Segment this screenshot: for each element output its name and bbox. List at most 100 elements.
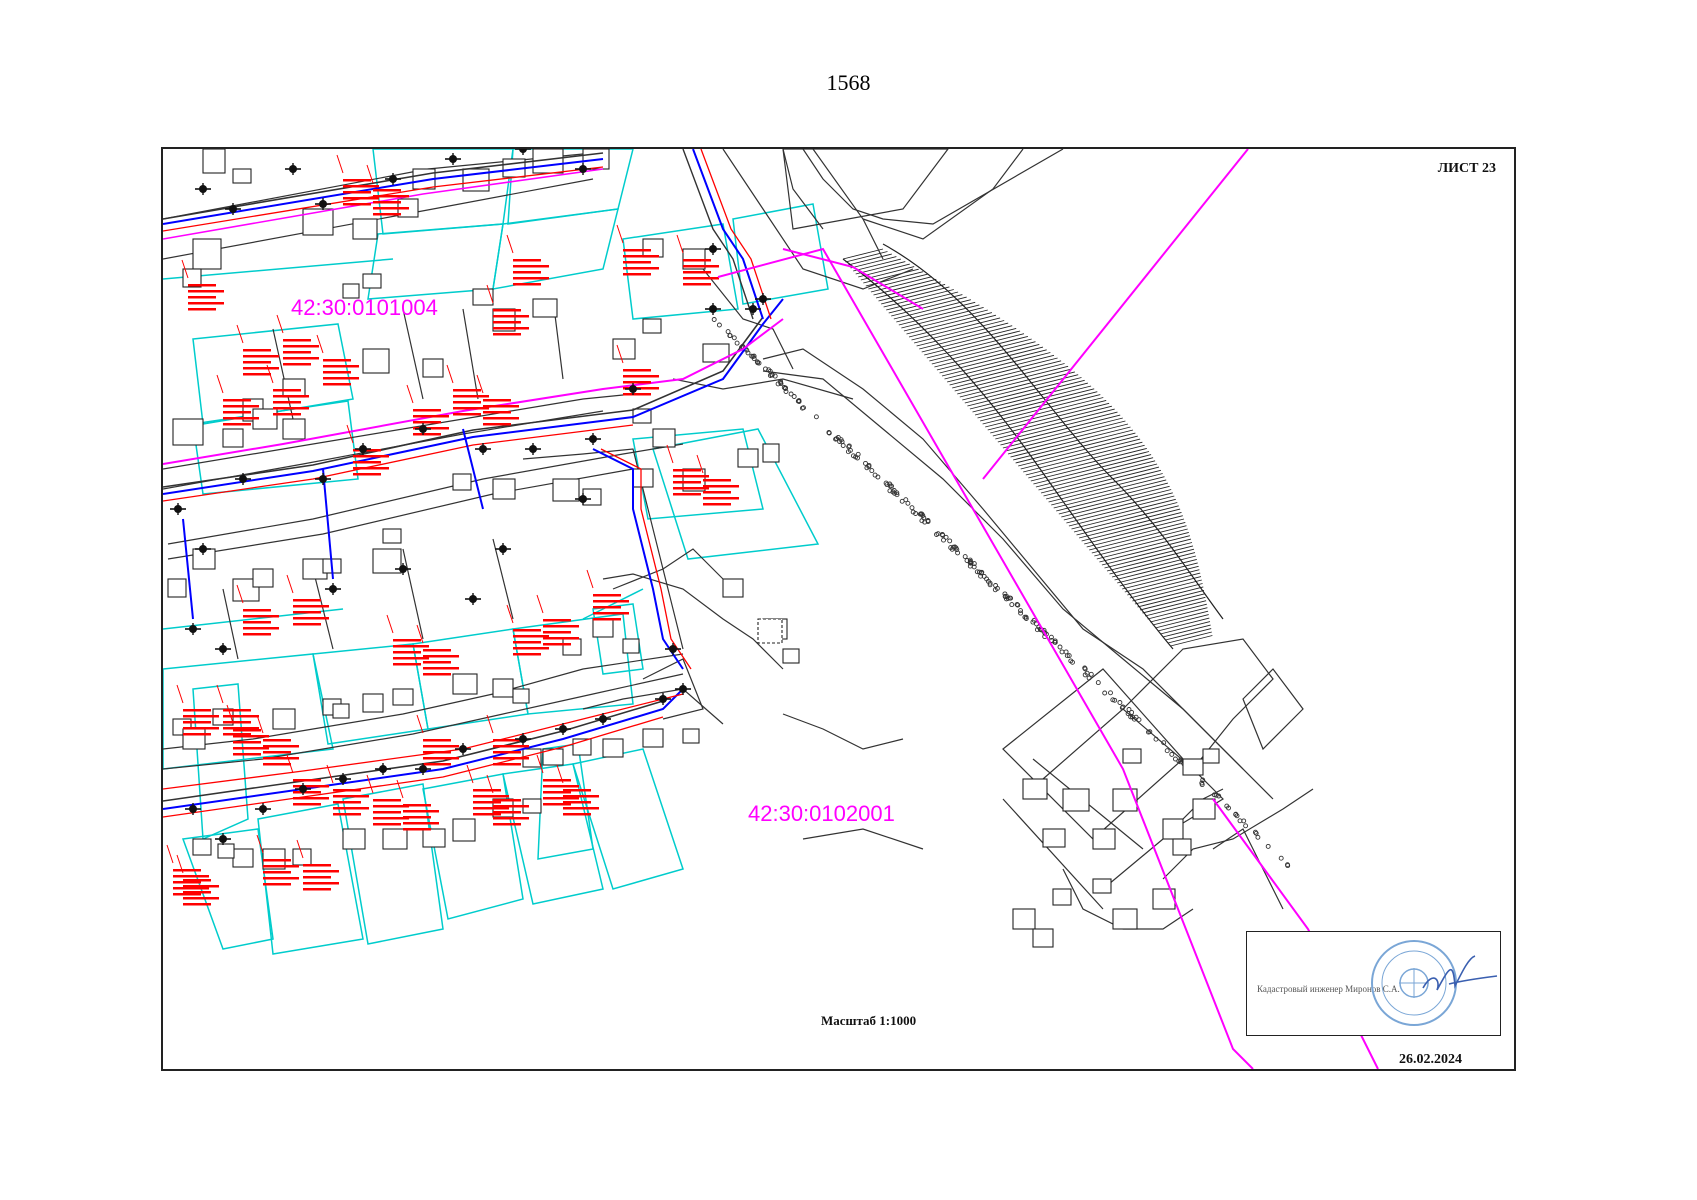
annotation-stripe: [243, 627, 279, 630]
hatch-line: [1157, 617, 1210, 632]
vegetation-dot: [1278, 855, 1284, 861]
annotation-stripe: [493, 309, 521, 312]
hatch-line: [1048, 473, 1163, 503]
annotation-stripe: [223, 715, 259, 718]
utility-line: [182, 518, 194, 620]
cadastral-quarter-label: 42:30:0102001: [748, 801, 895, 826]
annotation-stripe: [623, 273, 651, 276]
hatch-line: [1096, 535, 1191, 560]
annotation-stripe: [233, 753, 261, 756]
annotation-stripe: [543, 619, 571, 622]
hatch-line: [886, 291, 959, 311]
hatch-line: [969, 379, 1085, 410]
annotation-stripe: [483, 399, 511, 402]
building-outline: [382, 528, 402, 544]
vegetation-dot: [711, 317, 717, 322]
annotation-stripe: [483, 423, 511, 426]
hatch-line: [1053, 479, 1167, 509]
building-outline: [1122, 748, 1142, 764]
hatch-line: [1051, 476, 1165, 506]
annotation-stripe: [493, 799, 521, 802]
road-outline: [782, 149, 949, 230]
red-annotation: [476, 374, 519, 426]
hatch-line: [1127, 576, 1202, 596]
annotation-stripe: [513, 283, 541, 286]
building-outline: [222, 428, 244, 448]
annotation-stripe: [223, 721, 251, 724]
annotation-stripe: [183, 733, 211, 736]
hatch-line: [1122, 569, 1200, 590]
annotation-stripe: [293, 803, 321, 806]
annotation-stripe: [543, 631, 571, 634]
annotation-stripe: [483, 417, 519, 420]
red-annotation: [416, 714, 459, 766]
vegetation-dot: [1018, 610, 1024, 616]
red-annotation: [466, 764, 509, 816]
building-outline: [1112, 788, 1138, 812]
annotation-stripe: [683, 259, 711, 262]
red-annotation: [286, 574, 329, 626]
hatch-line: [893, 299, 972, 320]
annotation-stripe: [493, 811, 521, 814]
parcel-outline: [1002, 668, 1184, 840]
hatch-line: [1160, 621, 1211, 635]
annotation-stripe: [493, 333, 521, 336]
leader-line: [616, 224, 624, 244]
annotation-stripe: [413, 433, 441, 436]
annotation-stripe: [543, 779, 571, 782]
annotation-stripe: [243, 355, 279, 358]
signature-icon: [1422, 955, 1498, 991]
leader-line: [166, 844, 174, 864]
parcel-outline: [367, 223, 504, 300]
utility-node-icon: [705, 303, 721, 315]
utility-node-icon: [215, 643, 231, 655]
utility-node-icon: [705, 243, 721, 255]
annotation-stripe: [593, 594, 621, 597]
annotation-stripe: [343, 203, 371, 206]
annotation-stripe: [393, 663, 421, 666]
building-outline: [452, 818, 476, 842]
hatch-line: [1030, 451, 1150, 482]
annotation-stripe: [293, 785, 329, 788]
building-outline: [232, 848, 254, 868]
red-annotation: [556, 764, 599, 816]
annotation-stripe: [188, 284, 216, 287]
vegetation-dot: [1108, 690, 1113, 696]
building-outline: [622, 638, 640, 654]
annotation-stripe: [403, 816, 431, 819]
annotation-stripe: [303, 864, 331, 867]
building-outline: [1032, 928, 1054, 948]
hatch-line: [1086, 521, 1186, 548]
red-annotation: [696, 454, 739, 506]
annotation-stripe: [183, 709, 211, 712]
contour-line: [782, 713, 904, 750]
building-outline: [1062, 788, 1090, 812]
utility-node-icon: [375, 763, 391, 775]
hatch-line: [1056, 482, 1169, 512]
building-outline: [282, 378, 306, 398]
cadastral-quarter-label: 42:30:0101004: [291, 295, 438, 320]
leader-line: [286, 574, 294, 594]
hatch-line: [1066, 495, 1175, 524]
annotation-stripe: [243, 373, 271, 376]
utility-nodes: [170, 149, 771, 845]
annotation-stripe: [263, 757, 299, 760]
annotation-stripe: [283, 357, 319, 360]
hatch-line: [964, 374, 1079, 404]
building-outline: [592, 618, 614, 638]
vegetation-dot: [1169, 751, 1175, 757]
annotation-stripe: [303, 876, 331, 879]
vegetation-dot: [1265, 843, 1271, 849]
hatch-line: [1089, 525, 1187, 551]
vegetation-dot: [1172, 756, 1178, 762]
annotation-stripe: [223, 399, 251, 402]
engineer-stamp-box: Кадастровый инженер Миронов С.А.: [1246, 931, 1501, 1036]
annotation-stripe: [543, 637, 579, 640]
annotation-stripe: [513, 641, 541, 644]
vegetation-dot: [1117, 700, 1123, 705]
red-annotation: [416, 624, 459, 676]
utility-node-icon: [515, 149, 531, 155]
hatch-line: [1162, 624, 1211, 638]
annotation-stripe: [243, 633, 271, 636]
leader-line: [216, 684, 224, 704]
